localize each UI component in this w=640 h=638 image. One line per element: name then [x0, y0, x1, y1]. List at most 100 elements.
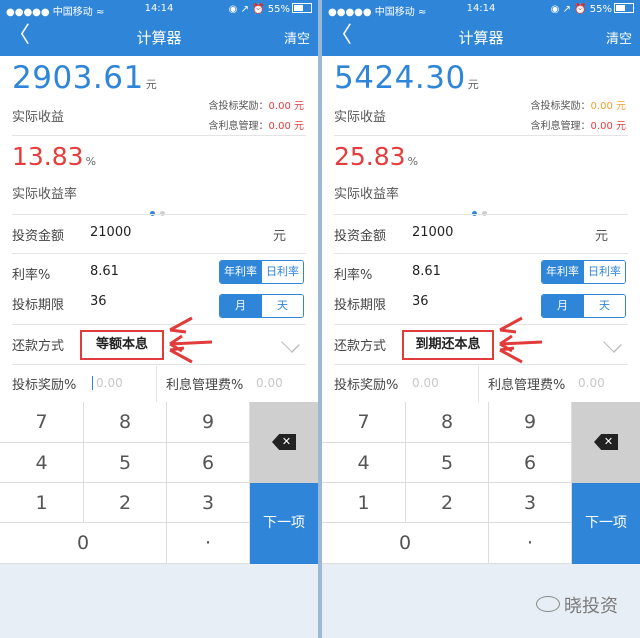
key-3[interactable]: 3	[167, 483, 250, 523]
key-dot[interactable]: ·	[167, 523, 250, 564]
term-unit-toggle: 月 天	[219, 294, 304, 318]
mgmt-included: 含利息管理：0.00 元	[531, 117, 626, 132]
chevron-down-icon[interactable]	[603, 334, 622, 353]
month-option[interactable]: 月	[220, 295, 261, 317]
page-indicator	[472, 201, 492, 220]
rate-field[interactable]: 8.61	[412, 264, 441, 279]
key-0[interactable]: 0	[0, 523, 167, 564]
daily-rate-option[interactable]: 日利率	[583, 261, 625, 283]
page-indicator	[150, 201, 170, 220]
battery-icon	[292, 3, 312, 13]
term-field[interactable]: 36	[90, 294, 107, 309]
income-label: 实际收益	[12, 110, 65, 125]
next-field-button[interactable]: 下一项	[572, 483, 640, 564]
income-rate: 25.83%	[334, 142, 418, 171]
income-amount-value: 2903.61	[12, 60, 144, 96]
mgmt-included-label: 含利息管理：	[208, 121, 269, 132]
annual-rate-option[interactable]: 年利率	[542, 261, 583, 283]
key-8[interactable]: 8	[84, 402, 167, 443]
key-9[interactable]: 9	[167, 402, 250, 443]
key-4[interactable]: 4	[0, 443, 84, 483]
key-1[interactable]: 1	[0, 483, 84, 523]
nav-bar: 〈 计算器 清空	[322, 18, 640, 56]
key-0[interactable]: 0	[322, 523, 489, 564]
rate-label: 利率%	[12, 268, 51, 283]
watermark-text: 晓投资	[564, 596, 618, 617]
income-rate-value: 25.83	[334, 142, 406, 171]
repayment-method-select[interactable]: 等额本息	[80, 330, 164, 360]
divider	[12, 135, 306, 136]
battery-indicator: ◉ ↗ ⏰ 55%	[229, 3, 312, 15]
key-5[interactable]: 5	[84, 443, 167, 483]
bonus-pct-input[interactable]: 0.00	[96, 376, 123, 390]
backspace-icon: ✕	[594, 434, 618, 450]
rate-type-toggle: 年利率 日利率	[541, 260, 626, 284]
income-unit: 元	[145, 78, 158, 91]
investment-field[interactable]: 21000	[412, 225, 453, 240]
battery-icon	[614, 3, 634, 13]
key-7[interactable]: 7	[322, 402, 406, 443]
term-field[interactable]: 36	[412, 294, 429, 309]
wechat-icon	[536, 596, 560, 612]
key-2[interactable]: 2	[406, 483, 489, 523]
key-4[interactable]: 4	[322, 443, 406, 483]
key-2[interactable]: 2	[84, 483, 167, 523]
key-dot[interactable]: ·	[489, 523, 572, 564]
key-6[interactable]: 6	[489, 443, 572, 483]
key-8[interactable]: 8	[406, 402, 489, 443]
investment-field[interactable]: 21000	[90, 225, 131, 240]
income-rate-value: 13.83	[12, 142, 84, 171]
income-rate-label: 实际收益率	[12, 187, 78, 202]
bonus-included-label: 含投标奖励：	[208, 101, 269, 112]
key-3[interactable]: 3	[489, 483, 572, 523]
day-option[interactable]: 天	[583, 295, 625, 317]
key-6[interactable]: 6	[167, 443, 250, 483]
term-label: 投标期限	[334, 298, 387, 313]
day-option[interactable]: 天	[261, 295, 303, 317]
bonus-included-label: 含投标奖励：	[530, 101, 591, 112]
repayment-method-select[interactable]: 到期还本息	[402, 330, 494, 360]
numeric-keypad: 7 8 9 4 5 6 1 2 3 0 · ✕ 下一项	[0, 402, 318, 564]
bonus-included-value: 0.00 元	[590, 101, 626, 112]
divider	[334, 214, 628, 215]
delete-key[interactable]: ✕	[572, 402, 640, 483]
highlight-arrows-icon	[499, 316, 543, 364]
divider	[334, 253, 628, 254]
annual-rate-option[interactable]: 年利率	[220, 261, 261, 283]
divider	[12, 214, 306, 215]
battery-text: ◉ ↗ ⏰ 55%	[228, 4, 290, 15]
mgmt-included-value: 0.00 元	[590, 121, 626, 132]
income-unit: 元	[467, 78, 480, 91]
backspace-icon: ✕	[272, 434, 296, 450]
investment-unit: 元	[594, 229, 608, 244]
month-option[interactable]: 月	[542, 295, 583, 317]
daily-rate-option[interactable]: 日利率	[261, 261, 303, 283]
bonus-pct-input[interactable]: 0.00	[412, 376, 439, 390]
calculator-screen-right: ●●●●● 中国移动 ≈ 14:14 ◉ ↗ ⏰ 55% 〈 计算器 清空 54…	[322, 0, 640, 638]
page-title: 计算器	[458, 29, 504, 47]
key-7[interactable]: 7	[0, 402, 84, 443]
income-amount: 2903.61 元	[12, 60, 157, 96]
next-field-button[interactable]: 下一项	[250, 483, 318, 564]
key-9[interactable]: 9	[489, 402, 572, 443]
rate-field[interactable]: 8.61	[90, 264, 119, 279]
field-separator	[156, 366, 157, 402]
income-label: 实际收益	[334, 110, 387, 125]
income-rate: 13.83%	[12, 142, 96, 171]
key-1[interactable]: 1	[322, 483, 406, 523]
income-rate-label: 实际收益率	[334, 187, 400, 202]
battery-indicator: ◉ ↗ ⏰ 55%	[551, 3, 634, 15]
chevron-down-icon[interactable]	[281, 334, 300, 353]
bonus-pct-label: 投标奖励%	[334, 378, 399, 393]
clear-button[interactable]: 清空	[606, 28, 632, 47]
mgmt-fee-input[interactable]: 0.00	[256, 376, 283, 390]
clear-button[interactable]: 清空	[284, 28, 310, 47]
mgmt-fee-input[interactable]: 0.00	[578, 376, 605, 390]
investment-unit: 元	[272, 229, 286, 244]
key-5[interactable]: 5	[406, 443, 489, 483]
nav-bar: 〈 计算器 清空	[0, 18, 318, 56]
bonus-included: 含投标奖励：0.00 元	[531, 97, 626, 112]
delete-key[interactable]: ✕	[250, 402, 318, 483]
term-label: 投标期限	[12, 298, 65, 313]
income-rate-unit: %	[85, 155, 97, 168]
